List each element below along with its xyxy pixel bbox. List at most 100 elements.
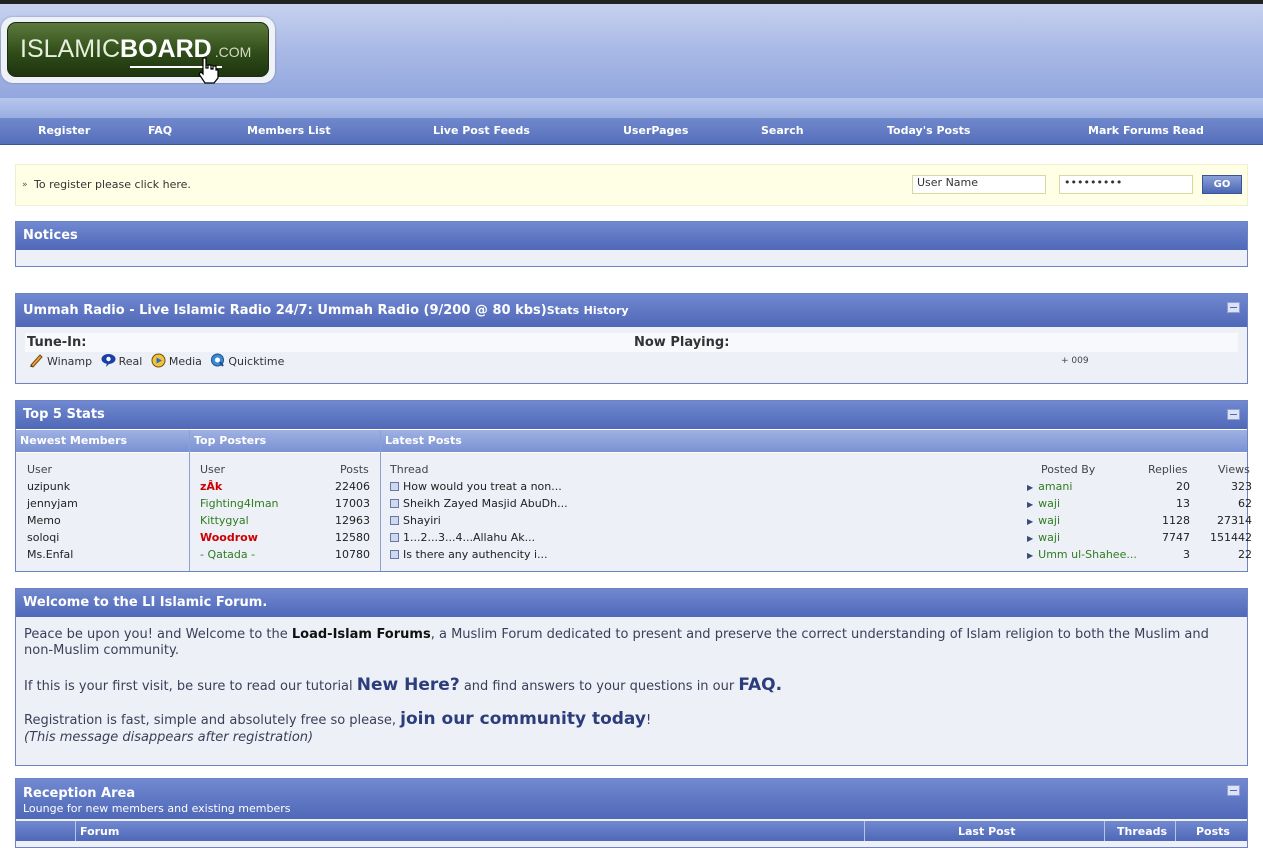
winamp-link[interactable]: Winamp (29, 353, 92, 368)
radio-title: Ummah Radio - Live Islamic Radio 24/7: U… (23, 303, 547, 318)
top-poster-name[interactable]: Woodrow (200, 531, 258, 544)
latest-post-author[interactable]: ▶ Umm ul-Shahee... (1027, 548, 1137, 561)
quicktime-icon (211, 353, 225, 367)
register-link[interactable]: To register please click here. (34, 178, 191, 191)
radio-labels-row: Tune-In: Now Playing: (25, 333, 1238, 352)
latest-post-author[interactable]: ▶ amani (1027, 480, 1072, 493)
real-link[interactable]: Real (101, 353, 142, 368)
latest-post-author[interactable]: ▶ waji (1027, 514, 1060, 527)
latest-post-author[interactable]: ▶ waji (1027, 497, 1060, 510)
nav-todays-posts[interactable]: Today's Posts (887, 124, 970, 137)
collapse-icon[interactable] (1227, 302, 1240, 313)
thread-icon (390, 533, 399, 542)
author-name: waji (1038, 531, 1061, 544)
play-arrow-icon: ▶ (1027, 500, 1034, 509)
radio-player-links: Winamp Real Media Quicktime (29, 353, 289, 368)
latest-thread-link[interactable]: Is there any authencity i... (390, 548, 548, 561)
winamp-label: Winamp (47, 355, 93, 368)
welcome-panel: Welcome to the LI Islamic Forum. Peace b… (15, 588, 1248, 766)
latest-post-replies: 20 (1176, 480, 1190, 493)
join-community-link[interactable]: join our community today (400, 709, 646, 729)
collapse-icon[interactable] (1227, 785, 1240, 796)
notices-title: Notices (16, 222, 1247, 250)
column-divider (1175, 821, 1176, 841)
latest-posts-heading: Latest Posts (381, 430, 1247, 452)
latest-thread-link[interactable]: Sheikh Zayed Masjid AbuDh... (390, 497, 568, 510)
newest-member[interactable]: Ms.Enfal (27, 548, 73, 561)
thread-icon (390, 499, 399, 508)
reception-column-header: Forum Last Post Threads Posts (16, 821, 1247, 841)
latest-views-header: Views (1218, 463, 1250, 476)
thread-icon (390, 516, 399, 525)
play-arrow-icon: ▶ (1027, 517, 1034, 526)
latest-post-views: 22 (1238, 548, 1252, 561)
logo-plate: ISLAMICBOARD .COM (1, 17, 275, 84)
radio-stats-link[interactable]: Stats (547, 304, 579, 317)
latest-thread-link[interactable]: Shayiri (390, 514, 441, 527)
reception-description: Lounge for new members and existing memb… (23, 802, 291, 815)
newest-member[interactable]: uzipunk (27, 480, 70, 493)
now-playing-label: Now Playing: (634, 335, 730, 350)
latest-thread-link[interactable]: 1...2...3...4...Allahu Ak... (390, 531, 535, 544)
top-posters-heading: Top Posters (190, 430, 380, 452)
nav-userpages[interactable]: UserPages (623, 124, 688, 137)
last-post-column-header: Last Post (958, 825, 1016, 838)
column-divider (75, 821, 76, 841)
nav-search[interactable]: Search (761, 124, 804, 137)
password-value: ••••••••• (1064, 176, 1123, 189)
now-playing-value: + 009 (1061, 356, 1089, 366)
logo-text-light: ISLAMIC (20, 35, 121, 63)
nav-faq[interactable]: FAQ (148, 124, 172, 137)
latest-post-replies: 3 (1183, 548, 1190, 561)
latest-post-replies: 1128 (1162, 514, 1190, 527)
collapse-icon[interactable] (1227, 409, 1240, 420)
chevron-right-icon: » (22, 180, 28, 190)
top-poster-count: 22406 (335, 480, 370, 493)
threads-column-header: Threads (1117, 825, 1168, 838)
latest-post-author[interactable]: ▶ waji (1027, 531, 1060, 544)
thread-title: Shayiri (403, 514, 441, 527)
site-logo[interactable]: ISLAMICBOARD .COM (7, 22, 269, 84)
reception-header: Reception Area Lounge for new members an… (16, 779, 1247, 819)
nav-register[interactable]: Register (38, 124, 90, 137)
real-icon (101, 354, 116, 367)
media-link[interactable]: Media (151, 353, 202, 368)
site-header: ISLAMICBOARD .COM (0, 0, 1263, 122)
login-go-button[interactable]: GO (1202, 175, 1242, 194)
top-poster-name[interactable]: Kittygyal (200, 514, 249, 527)
thread-title: How would you treat a non... (403, 480, 562, 493)
thread-title: 1...2...3...4...Allahu Ak... (403, 531, 536, 544)
nav-live-post-feeds[interactable]: Live Post Feeds (433, 124, 530, 137)
latest-post-replies: 7747 (1162, 531, 1190, 544)
radio-panel: Ummah Radio - Live Islamic Radio 24/7: U… (15, 293, 1248, 384)
newest-member[interactable]: jennyjam (27, 497, 78, 510)
latest-thread-link[interactable]: How would you treat a non... (390, 480, 562, 493)
faq-link[interactable]: FAQ. (738, 675, 782, 695)
media-label: Media (168, 355, 202, 368)
author-name: waji (1038, 514, 1061, 527)
nav-members-list[interactable]: Members List (247, 124, 331, 137)
radio-history-link[interactable]: History (584, 304, 629, 317)
newest-member[interactable]: soloqi (27, 531, 59, 544)
top-posters-user-header: User (200, 463, 226, 476)
welcome-disclaimer: (This message disappears after registrat… (24, 730, 314, 745)
top-poster-name[interactable]: Fighting4Iman (200, 497, 279, 510)
password-input[interactable]: ••••••••• (1059, 175, 1193, 194)
reception-title[interactable]: Reception Area (23, 786, 135, 801)
welcome-text: and find answers to your questions in ou… (459, 679, 739, 694)
top-poster-name[interactable]: - Qatada - (200, 548, 255, 561)
nav-mark-forums-read[interactable]: Mark Forums Read (1088, 124, 1204, 137)
quicktime-link[interactable]: Quicktime (210, 353, 284, 368)
username-input[interactable]: User Name (912, 175, 1046, 194)
welcome-paragraph-1: Peace be upon you! and Welcome to the Lo… (24, 627, 1234, 659)
forum-column-header: Forum (80, 825, 120, 838)
top-poster-name[interactable]: zÂk (200, 480, 222, 493)
welcome-text: Peace be upon you! and Welcome to the (24, 627, 292, 642)
newest-member[interactable]: Memo (27, 514, 61, 527)
top-poster-count: 10780 (335, 548, 370, 561)
new-here-link[interactable]: New Here? (357, 675, 460, 695)
latest-replies-header: Replies (1148, 463, 1188, 476)
top-posters-posts-header: Posts (340, 463, 369, 476)
column-divider (189, 430, 190, 571)
play-arrow-icon: ▶ (1027, 534, 1034, 543)
